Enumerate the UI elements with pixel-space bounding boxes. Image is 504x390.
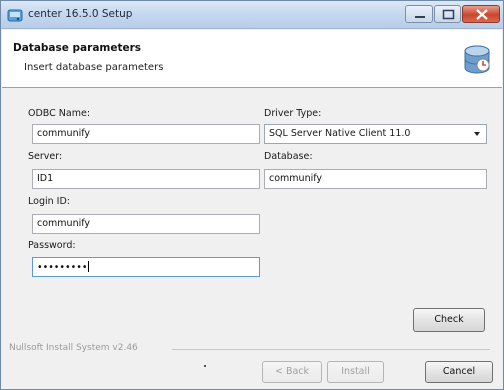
setup-window: center 16.5.0 Setup Database parameters …	[0, 0, 504, 390]
database-label: Database:	[264, 151, 313, 162]
window-title: center 16.5.0 Setup	[28, 8, 133, 20]
installer-brand: Nullsoft Install System v2.46	[9, 343, 138, 353]
installer-app-icon	[7, 9, 23, 22]
text-caret	[88, 261, 90, 272]
driver-type-label: Driver Type:	[264, 108, 322, 119]
chevron-down-icon	[474, 132, 480, 136]
minimize-button[interactable]	[405, 5, 433, 23]
install-button[interactable]: Install	[327, 361, 384, 383]
footer-dot	[204, 365, 206, 367]
page-title: Database parameters	[13, 42, 142, 54]
odbc-name-label: ODBC Name:	[28, 108, 91, 119]
password-input[interactable]: •••••••••	[32, 257, 260, 277]
maximize-button[interactable]	[434, 5, 461, 23]
page-subtitle: Insert database parameters	[24, 62, 164, 73]
database-value: communify	[269, 173, 323, 184]
odbc-name-value: communify	[37, 128, 91, 139]
odbc-name-input[interactable]: communify	[32, 124, 260, 144]
database-icon	[464, 45, 490, 74]
title-bar[interactable]: center 16.5.0 Setup	[1, 1, 503, 29]
page-header: Database parameters Insert database para…	[2, 30, 502, 88]
minimize-icon	[415, 16, 425, 18]
driver-type-select[interactable]: SQL Server Native Client 11.0	[264, 124, 487, 144]
database-input[interactable]: communify	[264, 169, 487, 189]
server-label: Server:	[28, 151, 63, 162]
login-id-input[interactable]: communify	[32, 214, 260, 234]
maximize-icon	[442, 9, 455, 20]
login-id-label: Login ID:	[28, 196, 70, 207]
back-button[interactable]: < Back	[262, 361, 322, 383]
server-input[interactable]: ID1	[32, 169, 260, 189]
password-value: •••••••••	[37, 262, 88, 273]
footer-divider	[172, 349, 490, 350]
check-button[interactable]: Check	[413, 308, 485, 332]
driver-type-value: SQL Server Native Client 11.0	[269, 128, 411, 139]
close-icon	[476, 9, 488, 20]
server-value: ID1	[37, 173, 54, 184]
cancel-button[interactable]: Cancel	[425, 361, 493, 383]
login-id-value: communify	[37, 218, 91, 229]
password-label: Password:	[28, 240, 76, 251]
close-button[interactable]	[462, 5, 500, 23]
